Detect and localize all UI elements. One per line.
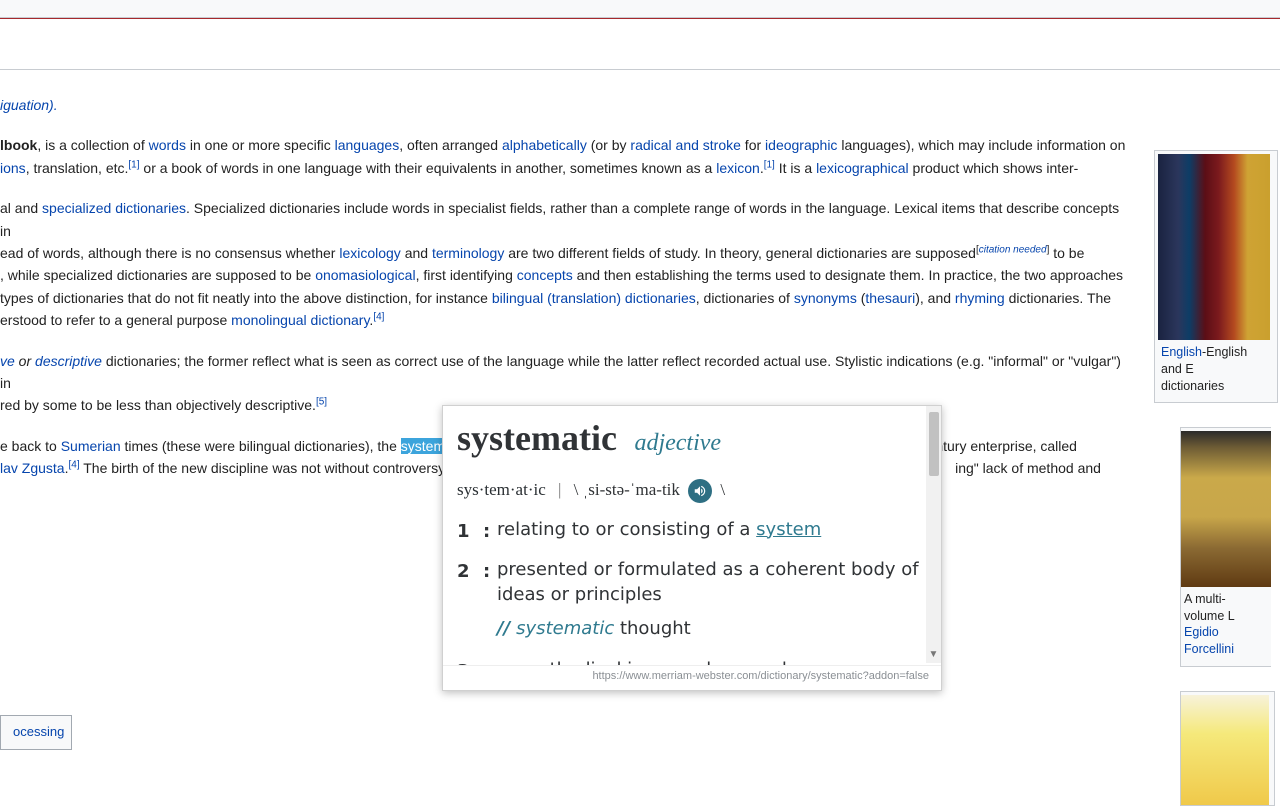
pronunciation: \ ˌsi-stə-ˈma-tik [574, 480, 680, 499]
figure-1-image[interactable] [1158, 154, 1270, 340]
sidebar: English-English and Edictionaries A mult… [1154, 150, 1280, 806]
link-concepts[interactable]: concepts [517, 267, 573, 283]
link-languages[interactable]: languages [335, 137, 400, 153]
definition-text: presented or formulated as a coherent bo… [497, 558, 919, 607]
ref-4[interactable]: [4] [373, 311, 384, 322]
link-thesauri[interactable]: thesauri [865, 290, 915, 306]
link-rhyming[interactable]: rhyming [955, 290, 1005, 306]
figure-2-caption: A multi-volume LEgidio Forcellini [1181, 591, 1271, 663]
ref-1[interactable]: [1] [128, 159, 139, 170]
scroll-down-arrow-icon[interactable]: ▼ [926, 647, 941, 662]
link-forcellini[interactable]: Egidio Forcellini [1184, 625, 1234, 656]
link-ideographic[interactable]: ideographic [765, 137, 837, 153]
link-prescriptive[interactable]: ve [0, 353, 15, 369]
link-lexicographical[interactable]: lexicographical [816, 160, 909, 176]
syllabification: sys·tem·at·ic [457, 480, 546, 499]
link-onomasiological[interactable]: onomasiological [315, 267, 415, 283]
example-marker: // [497, 618, 510, 639]
toc-item[interactable]: ocessing [13, 722, 59, 743]
link-monolingual-dictionary[interactable]: monolingual dictionary [231, 312, 369, 328]
link-alphabetically[interactable]: alphabetically [502, 137, 587, 153]
popup-scrollbar-thumb[interactable] [929, 412, 939, 476]
link-sumerian[interactable]: Sumerian [61, 438, 121, 454]
colon: : [483, 558, 497, 607]
audio-button[interactable] [688, 479, 712, 503]
bold-lead: lbook [0, 137, 37, 153]
citation-needed[interactable]: [citation needed] [976, 244, 1049, 255]
figure-1: English-English and Edictionaries [1154, 150, 1278, 403]
example-rest: thought [614, 618, 691, 639]
popup-scrollbar-track[interactable] [926, 406, 941, 663]
disambiguation-link[interactable]: iguation). [0, 97, 58, 113]
ref-1b[interactable]: [1] [764, 159, 775, 170]
link-english[interactable]: English [1161, 345, 1202, 359]
speaker-icon [693, 484, 707, 498]
paragraph-2: al and specialized dictionaries. Special… [0, 197, 1280, 331]
link-synonyms[interactable]: synonyms [794, 290, 857, 306]
pronunciation-close: \ [720, 480, 725, 499]
ref-4b[interactable]: [4] [68, 459, 79, 470]
definition-2: 2 : presented or formulated as a coheren… [457, 558, 919, 607]
figure-2-image[interactable] [1181, 431, 1271, 587]
popup-source-url[interactable]: https://www.merriam-webster.com/dictiona… [443, 665, 941, 690]
link-words[interactable]: words [149, 137, 186, 153]
figure-3 [1180, 691, 1275, 806]
definition-1: 1 : relating to or consisting of a syste… [457, 518, 919, 547]
definition-link-system[interactable]: system [756, 519, 821, 540]
figure-1-caption: English-English and Edictionaries [1158, 344, 1274, 399]
browser-chrome-top [0, 0, 1280, 18]
link-descriptive[interactable]: descriptive [35, 353, 102, 369]
example-usage: // systematic thought [497, 615, 919, 644]
title-underline [0, 69, 1280, 70]
popup-headword: systematic [457, 420, 617, 456]
definitions: 1 : relating to or consisting of a syste… [457, 518, 919, 677]
colon: : [483, 518, 497, 547]
link-bilingual-dictionaries[interactable]: bilingual (translation) dictionaries [492, 290, 696, 306]
popup-part-of-speech[interactable]: adjective [634, 430, 721, 456]
dictionary-popup: systematic adjective sys·tem·at·ic | \ ˌ… [442, 405, 942, 691]
link-specialized-dictionaries[interactable]: specialized dictionaries [42, 200, 186, 216]
sense-number: 1 [457, 518, 483, 547]
link-zgusta[interactable]: lav Zgusta [0, 460, 65, 476]
figure-2: A multi-volume LEgidio Forcellini [1180, 427, 1271, 668]
link-terminology[interactable]: terminology [432, 245, 504, 261]
link-radical-stroke[interactable]: radical and stroke [630, 137, 741, 153]
figure-3-image[interactable] [1181, 695, 1269, 805]
pronunciation-row: sys·tem·at·ic | \ ˌsi-stə-ˈma-tik \ [457, 476, 919, 503]
hatnote: iguation). [0, 94, 1280, 116]
definition-text: relating to or consisting of a system [497, 518, 919, 547]
link-lexicon[interactable]: lexicon [716, 160, 760, 176]
ref-5[interactable]: [5] [316, 397, 327, 408]
separator-pipe: | [558, 480, 561, 499]
link-lexicology[interactable]: lexicology [339, 245, 400, 261]
paragraph-1: lbook, is a collection of words in one o… [0, 134, 1280, 179]
toc-box: ocessing [0, 715, 72, 750]
sense-number: 2 [457, 558, 483, 607]
link-definitions[interactable]: ions [0, 160, 26, 176]
example-italic: systematic [516, 618, 614, 639]
